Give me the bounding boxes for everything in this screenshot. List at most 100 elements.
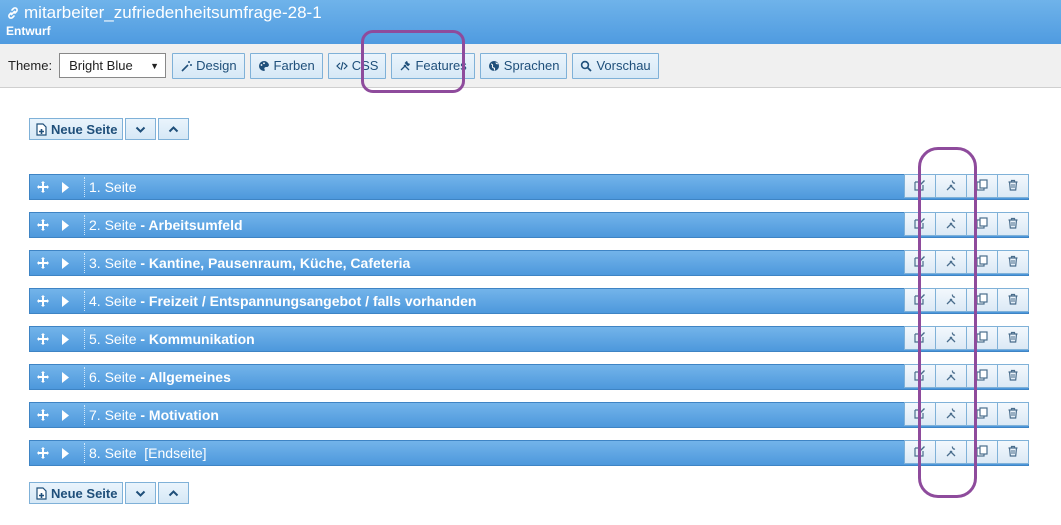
page-controls-bottom: Neue Seite	[29, 482, 190, 504]
drag-handle-icon[interactable]	[32, 219, 54, 231]
caret-down-icon: ▼	[150, 60, 160, 71]
page-number: 7. Seite	[89, 407, 137, 423]
delete-page-button[interactable]	[997, 250, 1029, 274]
copy-icon	[976, 292, 988, 308]
page-label: 7. Seite - Motivation	[89, 407, 905, 423]
drag-handle-icon[interactable]	[32, 257, 54, 269]
expand-arrow-icon[interactable]	[54, 371, 76, 383]
row-divider	[84, 215, 85, 235]
copy-icon	[976, 178, 988, 194]
row-divider	[84, 405, 85, 425]
page-title: - Freizeit / Entspannungsangebot / falls…	[140, 293, 477, 309]
page-row[interactable]: 5. Seite - Kommunikation	[29, 326, 1029, 352]
expand-arrow-icon[interactable]	[54, 219, 76, 231]
page-label: 6. Seite - Allgemeines	[89, 369, 905, 385]
copy-icon	[976, 444, 988, 460]
preview-button[interactable]: Vorschau	[572, 52, 659, 79]
expand-arrow-icon[interactable]	[54, 409, 76, 421]
row-divider	[84, 253, 85, 273]
palette-icon	[258, 60, 269, 71]
copy-icon	[976, 254, 988, 270]
delete-page-button[interactable]	[997, 288, 1029, 312]
page-row[interactable]: 8. Seite [Endseite]	[29, 440, 1029, 466]
delete-page-button[interactable]	[997, 212, 1029, 236]
page-title: - Kantine, Pausenraum, Küche, Cafeteria	[140, 255, 411, 271]
page-row[interactable]: 7. Seite - Motivation	[29, 402, 1029, 428]
page-number: 5. Seite	[89, 331, 137, 347]
expand-arrow-icon[interactable]	[54, 181, 76, 193]
theme-select[interactable]: Bright Blue ▼	[59, 53, 167, 78]
chevron-up-icon	[169, 489, 179, 496]
wand-icon	[181, 60, 193, 72]
drag-handle-icon[interactable]	[32, 295, 54, 307]
copy-icon	[976, 406, 988, 422]
drag-handle-icon[interactable]	[32, 371, 54, 383]
row-divider	[84, 291, 85, 311]
page-row[interactable]: 6. Seite - Allgemeines	[29, 364, 1029, 390]
trash-icon	[1007, 444, 1019, 460]
trash-icon	[1007, 216, 1019, 232]
page-row[interactable]: 2. Seite - Arbeitsumfeld	[29, 212, 1029, 238]
page-row[interactable]: 4. Seite - Freizeit / Entspannungsangebo…	[29, 288, 1029, 314]
page-number: 1. Seite	[89, 179, 137, 195]
theme-label: Theme:	[8, 58, 53, 73]
survey-header: mitarbeiter_zufriedenheitsumfrage-28-1 E…	[0, 0, 1061, 44]
delete-page-button[interactable]	[997, 364, 1029, 388]
trash-icon	[1007, 292, 1019, 308]
drag-handle-icon[interactable]	[32, 447, 54, 459]
trash-icon	[1007, 254, 1019, 270]
page-title: - Kommunikation	[140, 331, 255, 347]
page-label: 2. Seite - Arbeitsumfeld	[89, 217, 905, 233]
page-number: 4. Seite	[89, 293, 137, 309]
collapse-all-button[interactable]	[125, 118, 157, 140]
drag-handle-icon[interactable]	[32, 181, 54, 193]
add-page-icon	[36, 486, 47, 500]
add-page-icon	[36, 122, 47, 136]
new-page-button[interactable]: Neue Seite	[29, 118, 124, 140]
trash-icon	[1007, 330, 1019, 346]
delete-page-button[interactable]	[997, 326, 1029, 350]
link-icon[interactable]	[6, 6, 20, 20]
search-icon	[581, 60, 593, 72]
page-controls-top: Neue Seite	[29, 118, 190, 140]
page-row[interactable]: 3. Seite - Kantine, Pausenraum, Küche, C…	[29, 250, 1029, 276]
expand-arrow-icon[interactable]	[54, 333, 76, 345]
copy-icon	[976, 368, 988, 384]
chevron-down-icon	[136, 490, 146, 497]
expand-arrow-icon[interactable]	[54, 295, 76, 307]
features-highlight-annotation	[361, 30, 465, 93]
languages-button[interactable]: Sprachen	[479, 52, 568, 79]
drag-handle-icon[interactable]	[32, 409, 54, 421]
row-divider	[84, 329, 85, 349]
expand-all-button[interactable]	[158, 118, 190, 140]
drag-handle-icon[interactable]	[32, 333, 54, 345]
expand-all-button[interactable]	[158, 482, 190, 504]
colors-button[interactable]: Farben	[249, 52, 323, 79]
code-icon	[335, 61, 348, 70]
features-column-highlight-annotation	[918, 147, 977, 498]
globe-icon	[488, 60, 499, 71]
trash-icon	[1007, 406, 1019, 422]
delete-page-button[interactable]	[997, 402, 1029, 426]
page-number: 3. Seite	[89, 255, 137, 271]
page-title: - Allgemeines	[140, 369, 231, 385]
page-label: 3. Seite - Kantine, Pausenraum, Küche, C…	[89, 255, 905, 271]
page-number: 2. Seite	[89, 217, 137, 233]
expand-arrow-icon[interactable]	[54, 257, 76, 269]
collapse-all-button[interactable]	[125, 482, 157, 504]
page-row[interactable]: 1. Seite	[29, 174, 1029, 200]
copy-icon	[976, 330, 988, 346]
chevron-up-icon	[169, 125, 179, 132]
expand-arrow-icon[interactable]	[54, 447, 76, 459]
editor-toolbar: Theme: Bright Blue ▼ Design Farben CSS F…	[0, 44, 1061, 88]
new-page-button[interactable]: Neue Seite	[29, 482, 124, 504]
theme-select-value: Bright Blue	[69, 58, 133, 73]
page-title: - Arbeitsumfeld	[140, 217, 243, 233]
row-divider	[84, 443, 85, 463]
delete-page-button[interactable]	[997, 440, 1029, 464]
survey-title: mitarbeiter_zufriedenheitsumfrage-28-1	[24, 3, 322, 22]
delete-page-button[interactable]	[997, 174, 1029, 198]
page-title: [Endseite]	[144, 445, 207, 461]
design-button[interactable]: Design	[172, 52, 245, 79]
page-label: 5. Seite - Kommunikation	[89, 331, 905, 347]
